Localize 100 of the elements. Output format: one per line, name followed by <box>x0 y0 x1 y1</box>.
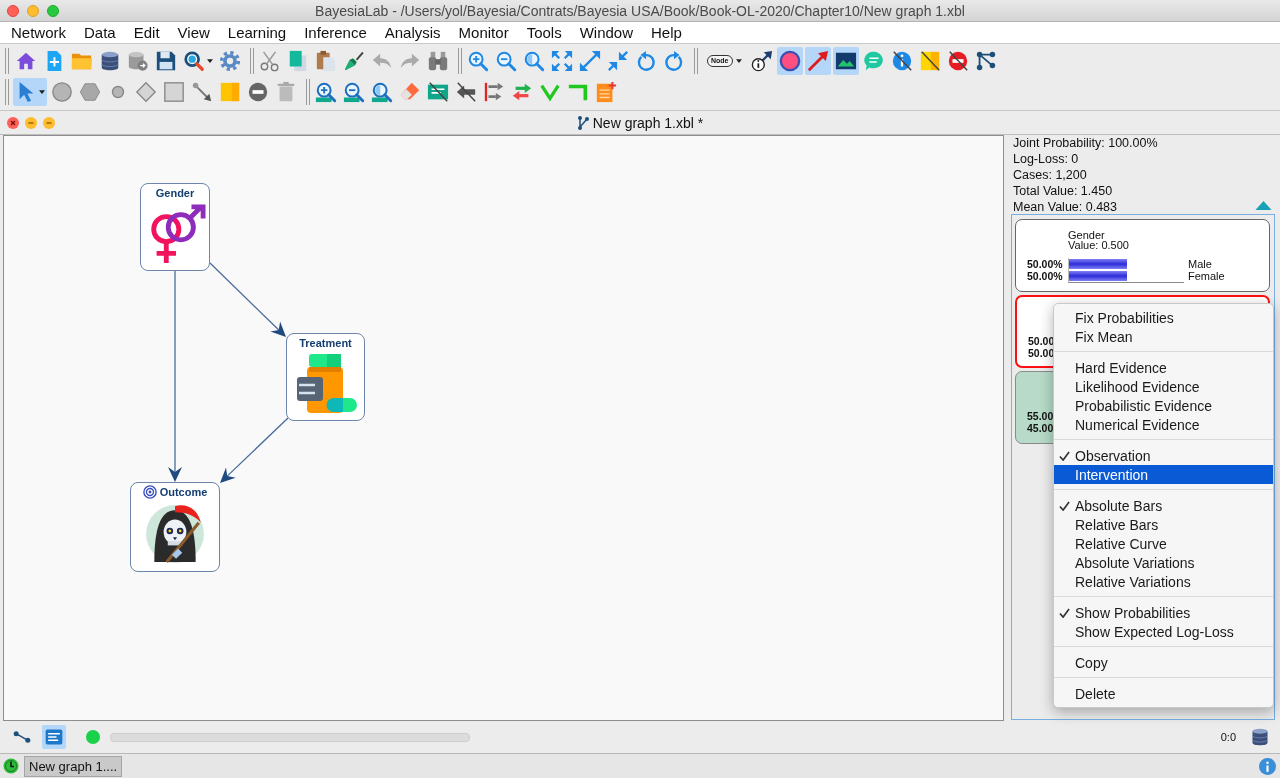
menu-item[interactable]: Delete <box>1054 684 1273 703</box>
arrow-icon <box>806 49 829 72</box>
graph-canvas[interactable]: Gender Treatment Outcome <box>3 135 1004 721</box>
menu-item[interactable]: Copy <box>1054 653 1273 672</box>
menu-item[interactable]: Help <box>642 22 691 43</box>
sticky-note-icon <box>219 81 241 104</box>
menu-item[interactable]: Learning <box>218 22 296 43</box>
minimize-button[interactable] <box>27 4 39 17</box>
brush-icon <box>343 49 365 72</box>
menu-item[interactable]: Numerical Evidence <box>1054 415 1273 434</box>
menu-item[interactable]: Fix Probabilities <box>1054 308 1273 327</box>
fullscreen-button[interactable] <box>47 4 59 17</box>
menu-item[interactable]: Edit <box>124 22 169 43</box>
arrow-crossed-icon <box>455 81 477 104</box>
menu-item[interactable]: Window <box>570 22 643 43</box>
magnifier-icon <box>523 49 545 72</box>
graph-node[interactable]: Treatment <box>286 333 365 421</box>
monitor-card[interactable]: Gender Value: 0.500 50.00% 50.00% Male Female <box>1015 219 1270 292</box>
hooded-skull-icon <box>144 502 206 564</box>
expand-arrows-icon <box>551 49 573 72</box>
search-icon <box>183 49 205 72</box>
menu-item[interactable]: Network <box>2 22 75 43</box>
connector-icon <box>191 81 213 104</box>
database-icon <box>99 49 121 72</box>
menu-item[interactable]: View <box>168 22 219 43</box>
menu-item[interactable]: Data <box>75 22 125 43</box>
list-icon <box>44 727 64 747</box>
diamond-icon <box>135 81 157 104</box>
caret-icon <box>39 90 45 95</box>
menu-item[interactable]: Show Expected Log-Loss <box>1054 622 1273 641</box>
graph-node[interactable]: Outcome <box>130 482 220 572</box>
chat-bubble-icon <box>862 49 885 72</box>
database-icon[interactable] <box>1250 727 1270 747</box>
info-icon[interactable] <box>1259 757 1276 775</box>
menu-item[interactable]: Relative Bars <box>1054 515 1273 534</box>
graph-node[interactable]: Gender <box>140 183 210 271</box>
statistic-text: Joint Probability: 100.00% <box>1013 135 1158 151</box>
probability-text: 45.00 <box>1027 422 1054 434</box>
menu-item[interactable]: Absolute Bars <box>1054 496 1273 515</box>
statistic-text: Total Value: 1.450 <box>1013 183 1113 199</box>
info-arrow-icon <box>750 49 773 72</box>
menu-item[interactable]: Hard Evidence <box>1054 358 1273 377</box>
counter-text: 0:0 <box>1220 731 1236 743</box>
monitor-name: Gender <box>1068 230 1105 240</box>
probability-text: 50.00% <box>1027 258 1063 270</box>
menu-item[interactable]: Monitor <box>449 22 518 43</box>
align-arrows-icon <box>483 81 505 104</box>
monitor-value: Value: 0.500 <box>1068 240 1129 250</box>
menu-item[interactable]: Likelihood Evidence <box>1054 377 1273 396</box>
branch-icon <box>576 115 589 130</box>
clipboard-icon <box>315 49 337 72</box>
statistic-text: Mean Value: 0.483 <box>1013 199 1117 215</box>
menu-item[interactable]: Relative Variations <box>1054 572 1273 591</box>
menu-item[interactable]: Show Probabilities <box>1054 603 1273 622</box>
clock-icon <box>3 758 19 774</box>
toolbar-button[interactable] <box>776 46 803 75</box>
info-crossed-icon <box>890 49 913 72</box>
menu-item[interactable]: Inference <box>295 22 376 43</box>
database-arrow-icon <box>127 49 149 72</box>
minimize-button[interactable] <box>25 116 37 129</box>
graph-nodes-icon <box>974 49 997 72</box>
document-title: New graph 1.xbl * <box>592 114 704 131</box>
statistic-text: Log-Loss: 0 <box>1013 151 1079 167</box>
menu-item[interactable]: Intervention <box>1054 465 1273 484</box>
caret-up-icon[interactable] <box>1255 201 1272 210</box>
minus-circle-icon <box>247 81 269 104</box>
ring-dot-icon <box>778 49 801 72</box>
circle-icon <box>51 81 73 104</box>
toolbar-button[interactable] <box>832 46 859 75</box>
state-label: Female <box>1188 270 1225 282</box>
menu-item[interactable]: Tools <box>517 22 571 43</box>
note-crossed-icon <box>918 49 941 72</box>
diagonal-arrows-icon <box>579 49 601 72</box>
close-button[interactable] <box>7 116 19 129</box>
menu-item[interactable]: Analysis <box>375 22 450 43</box>
document-plus-icon <box>595 81 617 104</box>
menu-item[interactable]: Fix Mean <box>1054 327 1273 346</box>
status-dot-icon <box>86 730 100 744</box>
target-icon <box>142 484 157 499</box>
arrow <box>220 417 289 483</box>
mode-button[interactable] <box>42 725 66 749</box>
taskbar-tab[interactable]: New graph 1.... <box>24 755 123 777</box>
window-title: BayesiaLab - /Users/yol/Bayesia/Contrats/Bayesia USA/Book/Book-OL-2020/Chapter10/New graph 1.xbl <box>315 2 965 19</box>
minimize-button[interactable] <box>43 116 55 129</box>
settings-icon <box>219 49 241 72</box>
square-icon <box>163 81 185 104</box>
menu-item[interactable]: Absolute Variations <box>1054 553 1273 572</box>
hexagon-icon <box>79 81 101 104</box>
state-label: Male <box>1188 258 1212 270</box>
binoculars-icon <box>427 49 449 72</box>
menu-item[interactable]: Relative Curve <box>1054 534 1273 553</box>
menu-item[interactable]: Observation <box>1054 446 1273 465</box>
node-name: Gender <box>155 186 195 199</box>
probability-text: 50.00 <box>1028 347 1055 359</box>
node-name: Outcome <box>159 485 208 498</box>
caret-icon[interactable] <box>735 58 742 63</box>
menu-item[interactable]: Probabilistic Evidence <box>1054 396 1273 415</box>
probability-text: 50.00% <box>1027 270 1063 282</box>
zoom-in-icon <box>467 49 489 72</box>
compress-arrows-icon <box>607 49 629 72</box>
